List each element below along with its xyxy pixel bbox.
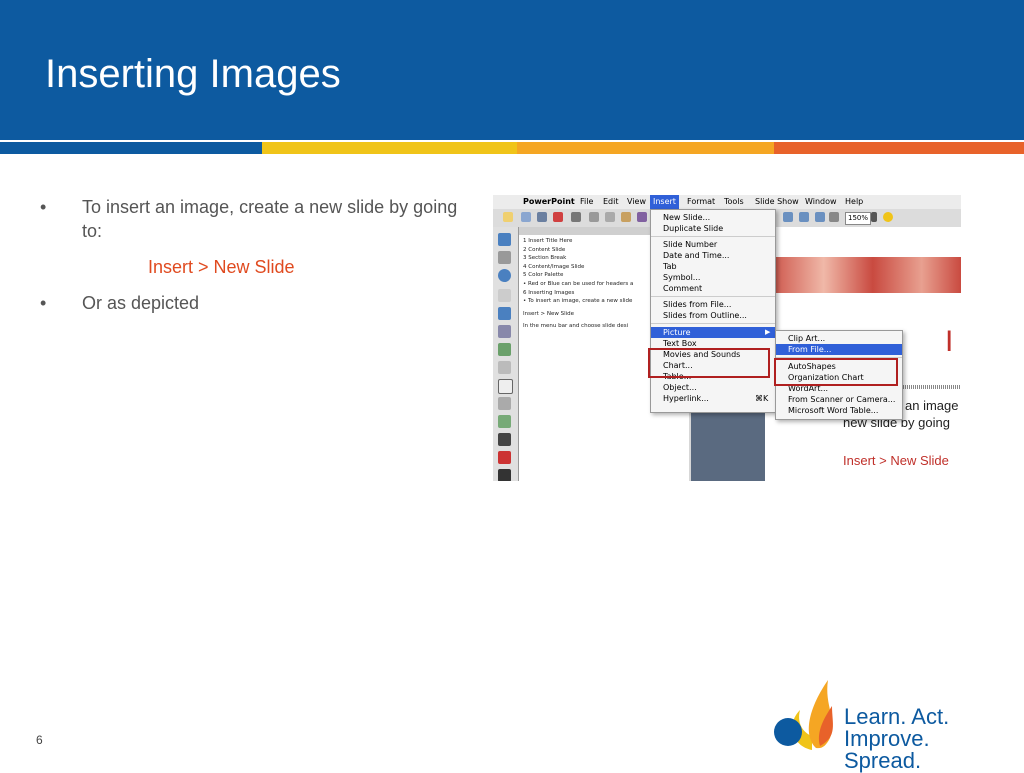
slide-header: Inserting Images [0,0,1024,140]
bullet-list: • To insert an image, create a new slide… [40,195,480,327]
drawing-toolbar [493,227,519,481]
copy-icon[interactable] [605,212,615,222]
menu-item[interactable]: Slides from Outline... [663,311,747,320]
menu-item[interactable]: Slides from File... [663,300,731,309]
stripe-segment [517,142,774,154]
menu-window[interactable]: Window [805,195,837,209]
logo-line: Improve. Spread. [844,726,930,773]
color-stripe [0,142,1024,154]
paste-icon[interactable] [621,212,631,222]
menu-insert[interactable]: Insert [650,195,679,209]
submenu-item[interactable]: Clip Art... [788,334,825,343]
slide-preview-line: Insert > New Slide [843,453,949,468]
menu-item[interactable]: Text Box [663,339,697,348]
menu-item[interactable]: Object... [663,383,697,392]
menu-separator [651,296,775,297]
menu-separator [651,236,775,237]
open-icon[interactable] [521,212,531,222]
font-color-icon[interactable] [498,451,511,464]
slide-banner [765,257,961,293]
insert-menu: New Slide... Duplicate Slide Slide Numbe… [650,209,776,413]
view-icon[interactable] [829,212,839,222]
menu-bar: PowerPoint File Edit View Insert Format … [493,195,961,209]
shortcut-label: ⌘K [755,394,769,403]
powerpoint-screenshot: PowerPoint File Edit View Insert Format … [493,195,961,481]
submenu-item-from-file[interactable]: From File... [788,345,831,354]
stripe-segment [262,142,517,154]
page-number: 6 [36,733,43,747]
menu-separator [651,323,775,324]
wordart-icon[interactable] [498,307,511,320]
line-icon[interactable] [498,361,511,374]
brush-icon[interactable] [498,469,511,481]
rotate-icon[interactable] [498,269,511,282]
rectangle-icon[interactable] [498,379,513,394]
bullet-text: Or as depicted [82,293,200,313]
menu-slide-show[interactable]: Slide Show [755,195,799,209]
autoshape-icon[interactable] [498,233,511,246]
columns-icon[interactable] [799,212,809,222]
flag-icon[interactable] [553,212,563,222]
menu-tools[interactable]: Tools [724,195,744,209]
picture-icon[interactable] [498,325,511,338]
select-arrow-icon[interactable] [498,251,511,264]
help-icon[interactable] [883,212,893,222]
logo-line: Learn. Act. [844,704,950,729]
bullet-text: To insert an image, create a new slide b… [82,197,458,241]
menu-item[interactable]: New Slide... [663,213,710,222]
print-icon[interactable] [571,212,581,222]
logo-text: Learn. Act. Improve. Spread. [844,706,1002,772]
submenu-item[interactable]: Microsoft Word Table... [788,406,878,415]
menu-item[interactable]: Symbol... [663,273,700,282]
slide-preview-line: an image [905,398,959,413]
menu-file[interactable]: File [580,195,593,209]
highlight-box [774,358,898,386]
stripe-segment [0,142,262,154]
bullet-dot: • [40,197,47,217]
menu-edit[interactable]: Edit [603,195,619,209]
submenu-arrow-icon: ▶ [765,328,771,336]
zoom-field[interactable]: 150% [845,212,871,225]
slide-divider [903,385,961,389]
menu-format[interactable]: Format [687,195,715,209]
menu-item[interactable]: Tab [663,262,677,271]
chart-icon[interactable] [815,212,825,222]
zoom-dropdown-icon[interactable] [871,212,877,222]
menu-item[interactable]: Duplicate Slide [663,224,723,233]
menu-item-picture[interactable]: Picture [663,328,691,337]
app-name: PowerPoint [523,197,575,206]
menu-view[interactable]: View [627,195,646,209]
bullet-dot: • [40,293,47,313]
submenu-item[interactable]: From Scanner or Camera... [788,395,895,404]
menu-item[interactable]: Hyperlink... [663,394,709,403]
menu-help[interactable]: Help [845,195,863,209]
slide-preview-title: I [945,325,954,358]
table-icon[interactable] [783,212,793,222]
slide-title: Inserting Images [45,52,341,96]
flame-logo-icon [774,680,833,750]
new-icon[interactable] [503,212,513,222]
menu-item[interactable]: Date and Time... [663,251,729,260]
text-box-icon[interactable] [498,289,511,302]
menu-item[interactable]: Slide Number [663,240,717,249]
save-icon[interactable] [537,212,547,222]
stripe-segment [774,142,1024,154]
format-painter-icon[interactable] [637,212,647,222]
fill-icon[interactable] [498,415,511,428]
cut-icon[interactable] [589,212,599,222]
bullet-item: • Or as depicted [40,291,480,315]
bullet-item: • To insert an image, create a new slide… [40,195,480,243]
shapes-icon[interactable] [498,397,511,410]
menu-item[interactable]: Comment [663,284,702,293]
highlight-box [648,348,770,378]
logo: Learn. Act. Improve. Spread. [772,676,1002,772]
line-style-icon[interactable] [498,433,511,446]
sub-text: Insert > New Slide [148,257,295,277]
image-icon[interactable] [498,343,511,356]
